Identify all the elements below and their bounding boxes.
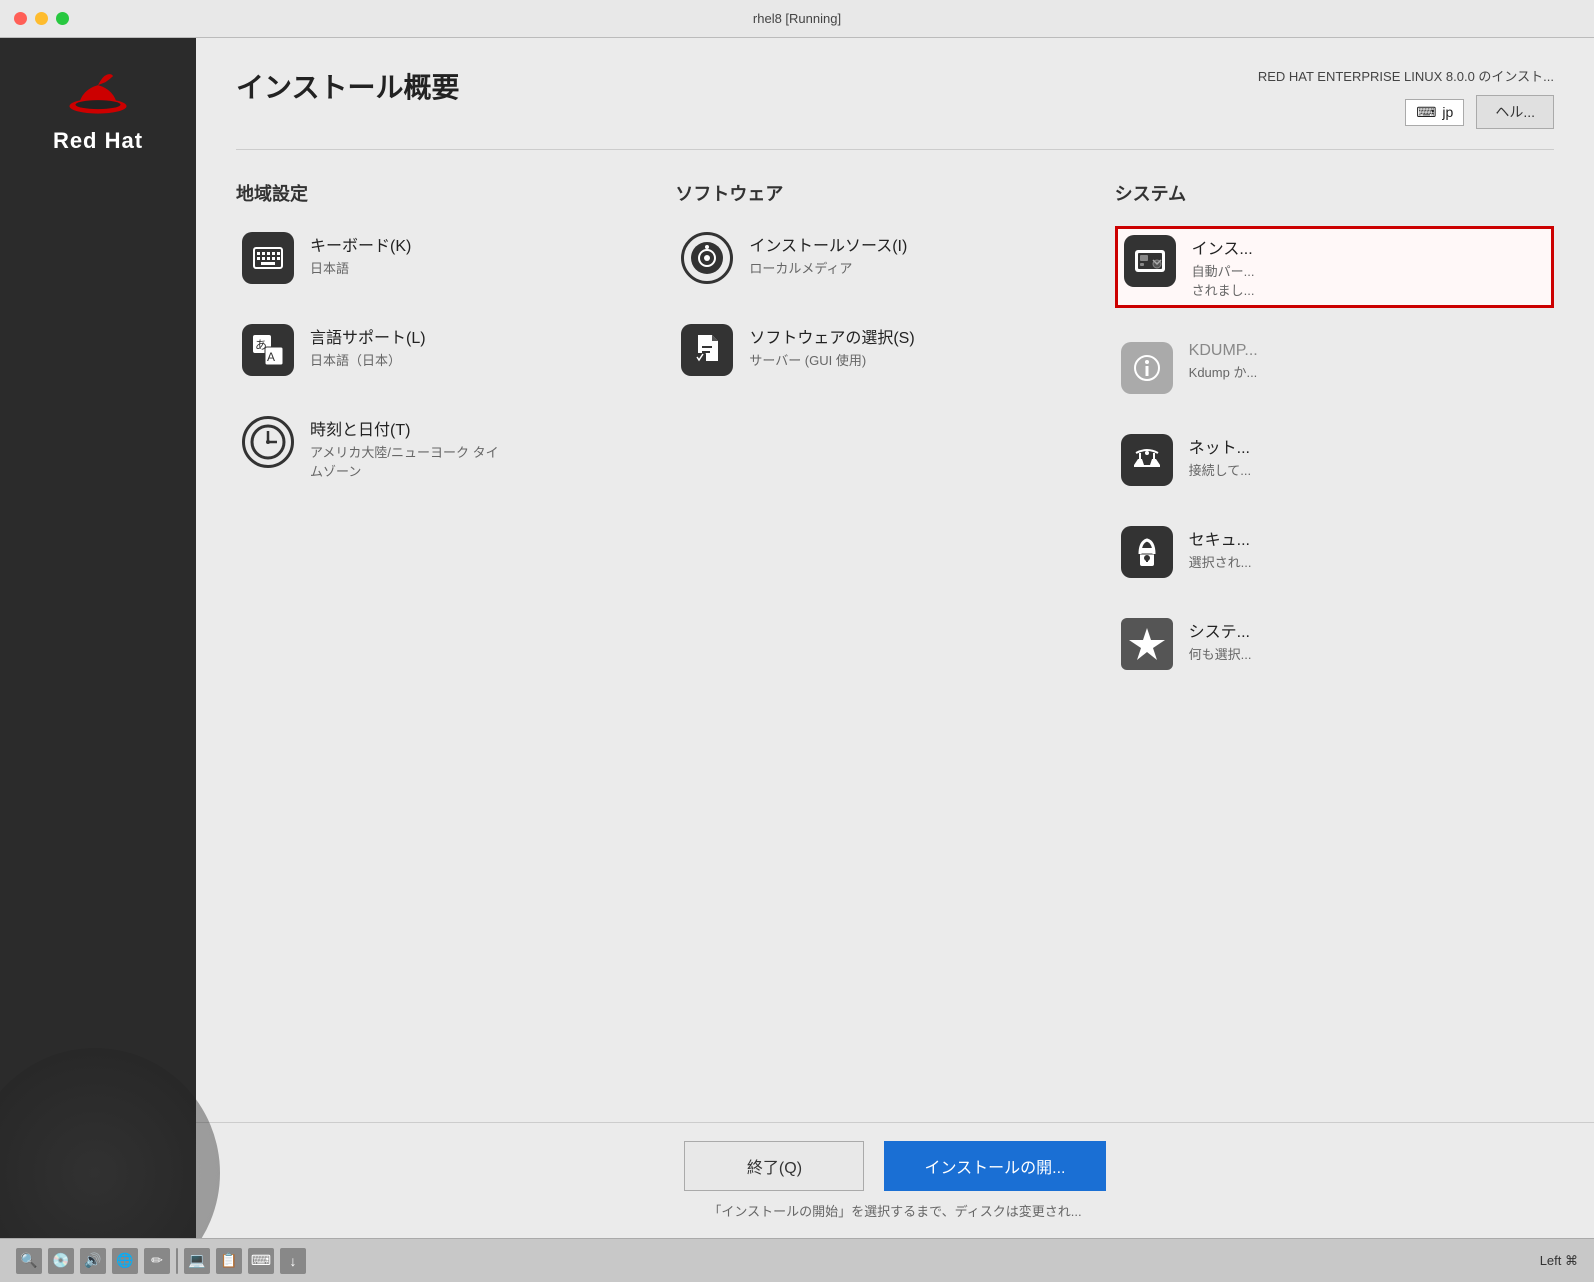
close-button[interactable] (14, 12, 27, 25)
software-title: ソフトウェア (675, 180, 1114, 206)
kdump-icon-box (1121, 342, 1173, 394)
taskbar-right: Left ⌘ (1540, 1253, 1578, 1269)
install-destination-item[interactable]: インス... 自動パー...されまし... (1115, 226, 1554, 308)
sidebar-decoration (0, 1048, 220, 1238)
software-select-text: ソフトウェアの選択(S) サーバー (GUI 使用) (749, 324, 914, 369)
maximize-button[interactable] (56, 12, 69, 25)
footer-note: 「インストールの開始」を選択するまで、ディスクは変更され... (236, 1201, 1554, 1228)
language-icon-box: あ A (242, 324, 294, 376)
install-dest-text: インス... 自動パー...されまし... (1192, 235, 1255, 299)
sidebar-logo: Red Hat (53, 68, 143, 154)
kdump-sublabel: Kdump か... (1189, 362, 1258, 381)
page-title: インストール概要 (236, 66, 1258, 106)
datetime-sublabel: アメリカ大陸/ニューヨーク タイムゾーン (310, 442, 499, 480)
install-source-text: インストールソース(I) ローカルメディア (749, 232, 907, 277)
window-title: rhel8 [Running] (753, 11, 841, 26)
taskbar-icon-7[interactable]: 💻 (184, 1248, 210, 1274)
taskbar-icon-6[interactable] (176, 1248, 178, 1274)
network-icon-box (1121, 434, 1173, 486)
regional-section: 地域設定 (236, 180, 675, 1102)
language-sublabel: 日本語（日本） (310, 350, 426, 369)
install-source-icon-box (681, 232, 733, 284)
software-select-icon-box (681, 324, 733, 376)
software-select-item[interactable]: ソフトウェアの選択(S) サーバー (GUI 使用) (675, 318, 1114, 382)
network-sublabel: 接続して... (1189, 460, 1251, 479)
system-purpose-sublabel: 何も選択... (1189, 644, 1252, 663)
keyboard-icon-box (242, 232, 294, 284)
regional-title: 地域設定 (236, 180, 675, 206)
footer: 終了(Q) インストールの開... 「インストールの開始」を選択するまで、ディス… (196, 1122, 1594, 1238)
network-text: ネット... 接続して... (1189, 434, 1251, 479)
security-icon-box (1121, 526, 1173, 578)
taskbar-icon-3[interactable]: 🔊 (80, 1248, 106, 1274)
network-item[interactable]: ネット... 接続して... (1115, 428, 1554, 492)
datetime-icon-box (242, 416, 294, 468)
software-select-sublabel: サーバー (GUI 使用) (749, 350, 914, 369)
install-button[interactable]: インストールの開... (884, 1141, 1105, 1191)
datetime-item[interactable]: 時刻と日付(T) アメリカ大陸/ニューヨーク タイムゾーン (236, 410, 675, 486)
taskbar-icon-10[interactable]: ↓ (280, 1248, 306, 1274)
keyboard-sublabel: 日本語 (310, 258, 411, 277)
titlebar-buttons (14, 12, 69, 25)
sidebar: Red Hat (0, 38, 196, 1238)
system-purpose-text: システ... 何も選択... (1189, 618, 1252, 663)
quit-button[interactable]: 終了(Q) (684, 1141, 864, 1191)
install-dest-sublabel: 自動パー...されまし... (1192, 261, 1255, 299)
system-section: システム インス... (1115, 180, 1554, 1102)
main-container: Red Hat インストール概要 RED HAT ENTERPRISE LINU… (0, 38, 1594, 1238)
header-subtitle: RED HAT ENTERPRISE LINUX 8.0.0 のインスト... (1258, 66, 1554, 85)
system-purpose-item[interactable]: システ... 何も選択... (1115, 612, 1554, 676)
security-sublabel: 選択され... (1189, 552, 1252, 571)
minimize-button[interactable] (35, 12, 48, 25)
software-section: ソフトウェア インストールソース(I) ローカルメディア (675, 180, 1114, 1102)
keyboard-label: キーボード(K) (310, 232, 411, 256)
install-dest-icon-box (1124, 235, 1176, 287)
taskbar-label: Left ⌘ (1540, 1253, 1578, 1269)
taskbar: 🔍 💿 🔊 🌐 ✏ 💻 📋 ⌨ ↓ Left ⌘ (0, 1238, 1594, 1282)
security-item[interactable]: セキュ... 選択され... (1115, 520, 1554, 584)
datetime-label: 時刻と日付(T) (310, 416, 499, 440)
system-purpose-label: システ... (1189, 618, 1252, 642)
keyboard-icon: ⌨ (1416, 104, 1436, 121)
header-right: RED HAT ENTERPRISE LINUX 8.0.0 のインスト... … (1258, 66, 1554, 129)
help-button[interactable]: ヘル... (1476, 95, 1554, 129)
install-dest-label: インス... (1192, 235, 1255, 259)
security-label: セキュ... (1189, 526, 1252, 550)
keyboard-item[interactable]: キーボード(K) 日本語 (236, 226, 675, 290)
system-title: システム (1115, 180, 1554, 206)
titlebar: rhel8 [Running] (0, 0, 1594, 38)
install-source-label: インストールソース(I) (749, 232, 907, 256)
footer-buttons: 終了(Q) インストールの開... (236, 1141, 1554, 1191)
taskbar-icon-5[interactable]: ✏ (144, 1248, 170, 1274)
taskbar-icon-4[interactable]: 🌐 (112, 1248, 138, 1274)
sidebar-brand-text: Red Hat (53, 128, 143, 154)
network-label: ネット... (1189, 434, 1251, 458)
keyboard-text: キーボード(K) 日本語 (310, 232, 411, 277)
language-selector[interactable]: ⌨ jp (1405, 99, 1464, 126)
lang-value: jp (1442, 104, 1453, 120)
language-label: 言語サポート(L) (310, 324, 426, 348)
taskbar-icon-8[interactable]: 📋 (216, 1248, 242, 1274)
taskbar-icon-1[interactable]: 🔍 (16, 1248, 42, 1274)
system-purpose-icon-box (1121, 618, 1173, 670)
datetime-text: 時刻と日付(T) アメリカ大陸/ニューヨーク タイムゾーン (310, 416, 499, 480)
install-source-sublabel: ローカルメディア (749, 258, 907, 277)
categories-grid: 地域設定 (196, 150, 1594, 1122)
taskbar-icon-9[interactable]: ⌨ (248, 1248, 274, 1274)
security-text: セキュ... 選択され... (1189, 526, 1252, 571)
content-area: インストール概要 RED HAT ENTERPRISE LINUX 8.0.0 … (196, 38, 1594, 1238)
install-source-item[interactable]: インストールソース(I) ローカルメディア (675, 226, 1114, 290)
taskbar-icons: 🔍 💿 🔊 🌐 ✏ 💻 📋 ⌨ ↓ (16, 1248, 306, 1274)
software-select-label: ソフトウェアの選択(S) (749, 324, 914, 348)
svg-text:A: A (267, 350, 275, 364)
redhat-logo-icon (68, 68, 128, 118)
language-item[interactable]: あ A 言語サポート(L) 日本語（日本） (236, 318, 675, 382)
kdump-text: KDUMP... Kdump か... (1189, 342, 1258, 381)
content-header: インストール概要 RED HAT ENTERPRISE LINUX 8.0.0 … (196, 38, 1594, 149)
taskbar-icon-2[interactable]: 💿 (48, 1248, 74, 1274)
kdump-item[interactable]: KDUMP... Kdump か... (1115, 336, 1554, 400)
language-text: 言語サポート(L) 日本語（日本） (310, 324, 426, 369)
kdump-label: KDUMP... (1189, 342, 1258, 360)
